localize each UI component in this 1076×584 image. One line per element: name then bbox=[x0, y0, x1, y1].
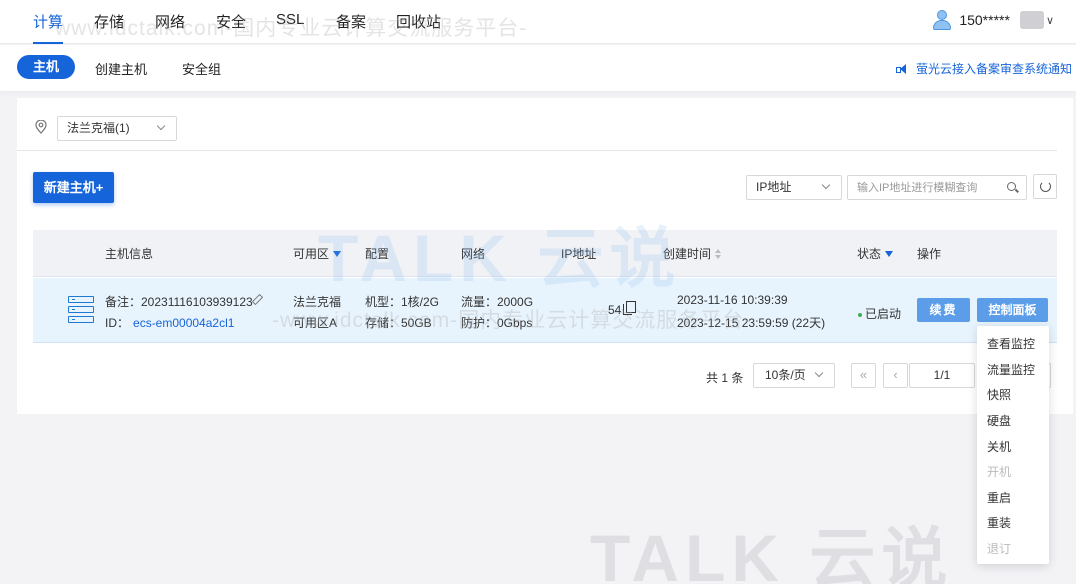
ip-type-select[interactable]: IP地址 bbox=[746, 175, 842, 200]
new-host-button[interactable]: 新建主机+ bbox=[33, 172, 114, 203]
header-created[interactable]: 创建时间 bbox=[663, 245, 722, 262]
host-id-link[interactable]: ecs-em00004a2cl1 bbox=[133, 316, 234, 330]
nav-item-recycle-bin[interactable]: 回收站 bbox=[396, 11, 441, 44]
header-status-label: 状态 bbox=[857, 247, 882, 261]
watermark-logo: TALK 云说 bbox=[590, 521, 954, 584]
control-panel-menu: 查看监控 流量监控 快照 硬盘 关机 开机 重启 重装 退订 bbox=[977, 326, 1049, 564]
region-select[interactable]: 法兰克福(1) bbox=[57, 116, 177, 141]
menu-item-view-monitor[interactable]: 查看监控 bbox=[987, 335, 1035, 352]
config-model: 机型：1核/2G bbox=[365, 295, 440, 309]
user-menu[interactable]: 150***** ∨ bbox=[931, 8, 1054, 32]
zone-name: 可用区A bbox=[293, 316, 338, 330]
host-remark: 备注：20231116103939123 bbox=[105, 295, 253, 309]
header-zone[interactable]: 可用区 bbox=[293, 245, 342, 262]
expire-time: 2023-12-15 23:59:59 (22天) bbox=[677, 316, 826, 330]
page-size-value: 10条/页 bbox=[765, 368, 806, 382]
tab-host[interactable]: 主机 bbox=[17, 55, 75, 79]
refresh-icon bbox=[1040, 181, 1051, 192]
net-defense: 防护：0Gbps bbox=[461, 316, 533, 330]
status-dot-icon bbox=[858, 312, 862, 317]
user-icon bbox=[931, 9, 953, 31]
location-pin-icon bbox=[35, 120, 47, 134]
top-navigation: 计算 存储 网络 安全 SSL 备案 回收站 150***** ∨ bbox=[0, 0, 1076, 44]
header-status[interactable]: 状态 bbox=[857, 245, 894, 262]
menu-item-reboot[interactable]: 重启 bbox=[987, 489, 1011, 506]
status-label: 已启动 bbox=[865, 307, 902, 321]
filter-icon[interactable] bbox=[885, 250, 894, 257]
first-page-button[interactable]: « bbox=[851, 363, 876, 388]
megaphone-icon bbox=[895, 63, 908, 74]
status-badge: 已启动 bbox=[858, 305, 901, 322]
table-row: 备注：20231116103939123 ID： ecs-em00004a2cl1… bbox=[33, 278, 1057, 343]
tab-create-host[interactable]: 创建主机 bbox=[95, 59, 147, 78]
notice-link[interactable]: 萤光云接入备案审查系统通知 bbox=[895, 60, 1072, 77]
menu-item-reinstall[interactable]: 重装 bbox=[987, 514, 1011, 531]
filter-icon[interactable] bbox=[333, 250, 342, 257]
search-icon[interactable] bbox=[1007, 182, 1016, 191]
page-indicator[interactable]: 1/1 bbox=[909, 363, 975, 388]
prev-page-button[interactable]: ‹ bbox=[883, 363, 908, 388]
nav-item-security[interactable]: 安全 bbox=[216, 11, 246, 44]
created-time: 2023-11-16 10:39:39 bbox=[677, 293, 788, 307]
menu-item-disk[interactable]: 硬盘 bbox=[987, 412, 1011, 429]
host-id: ID： ecs-em00004a2cl1 bbox=[105, 314, 234, 331]
page-size-select[interactable]: 10条/页 bbox=[753, 363, 835, 388]
chevron-down-icon: ∨ bbox=[1045, 14, 1054, 27]
sort-icon[interactable] bbox=[715, 248, 722, 259]
header-actions: 操作 bbox=[917, 247, 942, 261]
zone-city: 法兰克福 bbox=[293, 295, 342, 309]
main-panel: 法兰克福(1) 新建主机+ IP地址 主机信息 可用区 配置 网络 IP地址 创… bbox=[17, 98, 1073, 414]
header-created-label: 创建时间 bbox=[663, 247, 712, 261]
table-header: 主机信息 可用区 配置 网络 IP地址 创建时间 状态 操作 bbox=[33, 230, 1057, 277]
tab-security-group[interactable]: 安全组 bbox=[182, 59, 221, 78]
ip-search-input[interactable] bbox=[847, 175, 1027, 200]
host-id-label: ID： bbox=[105, 316, 130, 330]
ip-address: 54 bbox=[608, 303, 622, 317]
notice-text: 萤光云接入备案审查系统通知 bbox=[915, 62, 1072, 76]
menu-item-shutdown[interactable]: 关机 bbox=[987, 438, 1011, 455]
menu-item-power-on: 开机 bbox=[987, 465, 1012, 479]
edit-icon[interactable] bbox=[252, 295, 261, 304]
region-row: 法兰克福(1) bbox=[17, 98, 1057, 151]
menu-item-snapshot[interactable]: 快照 bbox=[987, 386, 1011, 403]
user-name: 150***** bbox=[959, 12, 1010, 28]
server-icon bbox=[68, 296, 94, 323]
chevron-down-icon bbox=[814, 368, 824, 378]
header-zone-label: 可用区 bbox=[293, 247, 330, 261]
sub-navigation: 主机 创建主机 安全组 萤光云接入备案审查系统通知 bbox=[0, 45, 1076, 91]
copy-icon[interactable] bbox=[623, 301, 636, 315]
ip-type-value: IP地址 bbox=[756, 180, 792, 194]
header-network: 网络 bbox=[461, 247, 486, 261]
config-storage: 存储：50GB bbox=[365, 316, 432, 330]
nav-item-network[interactable]: 网络 bbox=[155, 11, 185, 44]
chevron-down-icon bbox=[156, 121, 166, 131]
pagination-total: 共 1 条 bbox=[706, 371, 744, 385]
nav-item-filing[interactable]: 备案 bbox=[336, 11, 366, 44]
nav-item-compute[interactable]: 计算 bbox=[33, 11, 64, 44]
menu-item-unsubscribe[interactable]: 退订 bbox=[987, 540, 1011, 557]
net-traffic: 流量：2000G bbox=[461, 295, 534, 309]
chevron-down-icon bbox=[821, 180, 831, 190]
control-panel-button[interactable]: 控制面板 bbox=[977, 298, 1048, 322]
nav-item-storage[interactable]: 存储 bbox=[94, 11, 124, 44]
renew-button[interactable]: 续费 bbox=[917, 298, 970, 322]
menu-item-traffic-monitor[interactable]: 流量监控 bbox=[987, 361, 1035, 378]
refresh-button[interactable] bbox=[1033, 174, 1057, 199]
header-host-info: 主机信息 bbox=[105, 247, 154, 261]
region-select-value: 法兰克福(1) bbox=[67, 121, 130, 135]
nav-item-ssl[interactable]: SSL bbox=[276, 11, 304, 44]
avatar bbox=[1019, 11, 1044, 29]
header-config: 配置 bbox=[365, 247, 390, 261]
header-ip: IP地址 bbox=[561, 247, 597, 261]
